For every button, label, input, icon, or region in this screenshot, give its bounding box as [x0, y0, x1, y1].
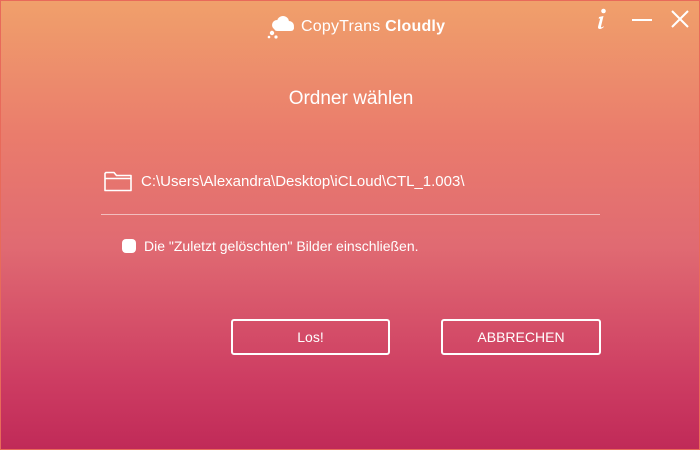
close-button[interactable] — [666, 5, 694, 33]
cloud-logo-icon — [267, 16, 294, 39]
folder-icon — [104, 171, 132, 192]
app-name: CopyTrans Cloudly — [301, 18, 446, 35]
folder-path: C:\Users\Alexandra\Desktop\iCLoud\CTL_1.… — [141, 172, 465, 190]
dialog-window: CopyTrans Cloudly Ordner wählen C:\Users… — [0, 0, 700, 450]
minimize-icon — [632, 19, 652, 21]
brand: CopyTrans Cloudly — [266, 14, 445, 40]
divider — [101, 214, 600, 215]
title-bar: CopyTrans Cloudly — [1, 1, 699, 49]
folder-path-row[interactable]: C:\Users\Alexandra\Desktop\iCLoud\CTL_1.… — [103, 167, 465, 195]
include-deleted-checkbox[interactable] — [122, 239, 136, 253]
minimize-button[interactable] — [628, 5, 656, 33]
info-button[interactable] — [587, 5, 615, 33]
go-button[interactable]: Los! — [231, 319, 390, 355]
cancel-button[interactable]: ABBRECHEN — [441, 319, 601, 355]
close-icon — [671, 10, 689, 28]
include-deleted-label: Die "Zuletzt gelöschten" Bilder einschli… — [144, 238, 419, 254]
info-icon — [598, 8, 606, 29]
include-deleted-option[interactable]: Die "Zuletzt gelöschten" Bilder einschli… — [122, 236, 419, 256]
dialog-title: Ordner wählen — [288, 88, 414, 109]
